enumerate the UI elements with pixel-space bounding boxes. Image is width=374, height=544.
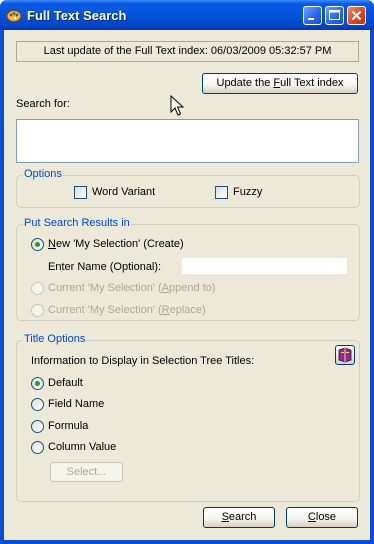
new-selection-radio[interactable]: [31, 238, 44, 251]
column-value-label[interactable]: Column Value: [48, 441, 116, 453]
enter-name-input[interactable]: [182, 258, 347, 274]
append-selection-radio[interactable]: [31, 282, 44, 295]
default-label[interactable]: Default: [48, 377, 83, 389]
field-name-radio[interactable]: [31, 398, 44, 411]
update-index-label-pre: Update the: [216, 77, 274, 89]
word-variant-checkbox[interactable]: [74, 186, 87, 199]
options-legend: Options: [23, 168, 63, 180]
replace-post: eplace): [169, 304, 206, 316]
column-value-radio[interactable]: [31, 441, 44, 454]
replace-selection-radio[interactable]: [31, 304, 44, 317]
close-button-text: lose: [315, 511, 337, 523]
search-button[interactable]: Search: [203, 507, 275, 528]
minimize-button[interactable]: [303, 6, 322, 25]
search-for-label: Search for:: [16, 98, 70, 110]
title-info-label: Information to Display in Selection Tree…: [31, 355, 255, 367]
window-title: Full Text Search: [27, 8, 127, 23]
dialog-client-area: Last update of the Full Text index: 06/0…: [4, 30, 370, 540]
close-window-button[interactable]: [347, 6, 366, 25]
new-selection-label[interactable]: New 'My Selection' (Create): [48, 238, 184, 250]
fuzzy-checkbox[interactable]: [215, 186, 228, 199]
full-text-search-window: Full Text Search Last update of the Full…: [0, 0, 374, 544]
append-accel: A: [161, 282, 169, 294]
search-button-accel: S: [221, 511, 229, 523]
default-radio[interactable]: [31, 377, 44, 390]
fuzzy-label[interactable]: Fuzzy: [233, 186, 262, 198]
maximize-icon: [329, 10, 340, 20]
title-options-legend: Title Options: [23, 333, 87, 345]
search-button-text: earch: [228, 511, 257, 523]
select-button[interactable]: Select...: [50, 462, 123, 482]
mouse-cursor-icon: [170, 95, 184, 116]
word-variant-label[interactable]: Word Variant: [92, 186, 155, 198]
options-group: Options Word Variant Fuzzy: [16, 168, 360, 208]
append-selection-label: Current 'My Selection' (Append to): [48, 282, 215, 294]
search-results-group: Put Search Results in New 'My Selection'…: [16, 217, 360, 321]
replace-pre: Current 'My Selection' (: [48, 304, 162, 316]
close-icon: [351, 10, 362, 21]
app-icon: [6, 10, 22, 22]
search-results-legend: Put Search Results in: [23, 217, 131, 229]
formula-label[interactable]: Formula: [48, 420, 88, 432]
field-name-label[interactable]: Field Name: [48, 398, 104, 410]
book-button[interactable]: [335, 345, 355, 365]
update-index-button[interactable]: Update the Full Text index: [202, 73, 358, 94]
minimize-icon: [308, 18, 314, 20]
search-text-input[interactable]: [16, 119, 359, 163]
new-selection-text: ew 'My Selection' (Create): [55, 238, 184, 250]
last-update-status: Last update of the Full Text index: 06/0…: [16, 41, 359, 62]
close-button[interactable]: Close: [286, 507, 358, 528]
append-post: ppend to): [168, 282, 216, 294]
maximize-button[interactable]: [325, 6, 344, 25]
formula-radio[interactable]: [31, 420, 44, 433]
new-selection-accel: N: [48, 238, 56, 250]
enter-name-label: Enter Name (Optional):: [48, 261, 162, 273]
replace-selection-label: Current 'My Selection' (Replace): [48, 304, 206, 316]
close-button-accel: C: [307, 511, 316, 523]
update-index-label-post: ull Text index: [280, 77, 344, 89]
window-frame-bottom: [0, 540, 374, 544]
window-frame-right: [370, 30, 374, 544]
title-options-group: Title Options Information to Display in …: [16, 333, 360, 502]
replace-accel: R: [161, 304, 170, 316]
append-pre: Current 'My Selection' (: [48, 282, 162, 294]
title-bar[interactable]: Full Text Search: [0, 0, 374, 30]
book-icon: [338, 347, 352, 363]
